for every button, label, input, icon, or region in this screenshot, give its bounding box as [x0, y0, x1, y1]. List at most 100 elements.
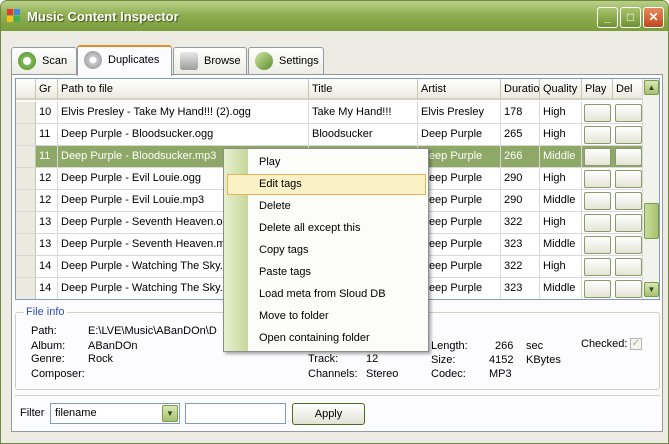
cell-quality[interactable]: High: [540, 168, 582, 189]
row-selector[interactable]: [16, 102, 36, 123]
checked-checkbox[interactable]: ✓: [630, 338, 642, 350]
cell-gr[interactable]: 13: [36, 212, 58, 233]
col-duration[interactable]: Duratio: [501, 79, 540, 100]
menu-item-delete-all-except-this[interactable]: Delete all except this: [227, 218, 426, 239]
menu-item-play[interactable]: Play: [227, 152, 426, 173]
cell-duration[interactable]: 290: [501, 168, 540, 189]
play-button[interactable]: [584, 104, 611, 122]
scroll-up-icon[interactable]: ▲: [644, 80, 659, 95]
minimize-button[interactable]: _: [597, 7, 618, 28]
cell-artist[interactable]: Elvis Presley: [418, 102, 501, 123]
filter-text-input[interactable]: [185, 403, 286, 424]
col-path[interactable]: Path to file: [58, 79, 309, 100]
delete-button[interactable]: [615, 280, 642, 298]
play-button[interactable]: [584, 126, 611, 144]
menu-item-open-containing-folder[interactable]: Open containing folder: [227, 328, 426, 349]
filter-field-select[interactable]: filename ▼: [50, 403, 180, 424]
cell-artist[interactable]: Deep Purple: [418, 146, 501, 167]
row-selector[interactable]: [16, 168, 36, 189]
delete-button[interactable]: [615, 236, 642, 254]
cell-duration[interactable]: 322: [501, 256, 540, 277]
cell-artist[interactable]: Deep Purple: [418, 212, 501, 233]
cell-duration[interactable]: 265: [501, 124, 540, 145]
cell-gr[interactable]: 12: [36, 190, 58, 211]
row-selector[interactable]: [16, 212, 36, 233]
col-quality[interactable]: Quality: [540, 79, 582, 100]
cell-quality[interactable]: Middle: [540, 146, 582, 167]
cell-path[interactable]: Elvis Presley - Take My Hand!!! (2).ogg: [58, 102, 309, 123]
col-del[interactable]: Del: [613, 79, 644, 100]
row-selector[interactable]: [16, 278, 36, 299]
tab-settings[interactable]: Settings: [248, 47, 324, 75]
menu-item-delete[interactable]: Delete: [227, 196, 426, 217]
cell-title[interactable]: Bloodsucker: [309, 124, 418, 145]
row-selector[interactable]: [16, 146, 36, 167]
cell-artist[interactable]: Deep Purple: [418, 124, 501, 145]
row-selector[interactable]: [16, 256, 36, 277]
title-bar[interactable]: Music Content Inspector _ □ ✕: [1, 1, 668, 31]
row-selector[interactable]: [16, 124, 36, 145]
tab-scan[interactable]: Scan: [11, 47, 77, 75]
cell-quality[interactable]: High: [540, 212, 582, 233]
vertical-scrollbar[interactable]: ▲ ▼: [642, 79, 659, 299]
apply-button[interactable]: Apply: [292, 403, 365, 425]
play-button[interactable]: [584, 236, 611, 254]
delete-button[interactable]: [615, 104, 642, 122]
cell-artist[interactable]: Deep Purple: [418, 256, 501, 277]
menu-item-load-meta-from-sloud-db[interactable]: Load meta from Sloud DB: [227, 284, 426, 305]
play-button[interactable]: [584, 258, 611, 276]
cell-artist[interactable]: Deep Purple: [418, 278, 501, 299]
cell-artist[interactable]: Deep Purple: [418, 234, 501, 255]
menu-item-edit-tags[interactable]: Edit tags: [227, 174, 426, 195]
cell-duration[interactable]: 323: [501, 278, 540, 299]
row-selector[interactable]: [16, 234, 36, 255]
cell-gr[interactable]: 13: [36, 234, 58, 255]
cell-gr[interactable]: 14: [36, 256, 58, 277]
play-button[interactable]: [584, 192, 611, 210]
col-play[interactable]: Play: [582, 79, 613, 100]
cell-duration[interactable]: 323: [501, 234, 540, 255]
col-title[interactable]: Title: [309, 79, 418, 100]
play-button[interactable]: [584, 214, 611, 232]
cell-gr[interactable]: 14: [36, 278, 58, 299]
col-group[interactable]: Gr: [36, 79, 58, 100]
row-selector[interactable]: [16, 190, 36, 211]
cell-quality[interactable]: Middle: [540, 190, 582, 211]
tab-browse[interactable]: Browse: [173, 47, 247, 75]
cell-duration[interactable]: 266: [501, 146, 540, 167]
play-button[interactable]: [584, 280, 611, 298]
cell-quality[interactable]: High: [540, 102, 582, 123]
play-button[interactable]: [584, 148, 611, 166]
cell-quality[interactable]: Middle: [540, 278, 582, 299]
delete-button[interactable]: [615, 258, 642, 276]
close-button[interactable]: ✕: [643, 7, 664, 28]
table-row[interactable]: 11 Deep Purple - Bloodsucker.ogg Bloodsuck…: [16, 124, 644, 146]
table-row[interactable]: 10 Elvis Presley - Take My Hand!!! (2).og…: [16, 102, 644, 124]
cell-gr[interactable]: 11: [36, 146, 58, 167]
delete-button[interactable]: [615, 192, 642, 210]
play-button[interactable]: [584, 170, 611, 188]
cell-duration[interactable]: 178: [501, 102, 540, 123]
maximize-button[interactable]: □: [620, 7, 641, 28]
cell-gr[interactable]: 12: [36, 168, 58, 189]
menu-item-move-to-folder[interactable]: Move to folder: [227, 306, 426, 327]
cell-duration[interactable]: 290: [501, 190, 540, 211]
menu-item-paste-tags[interactable]: Paste tags: [227, 262, 426, 283]
scroll-down-icon[interactable]: ▼: [644, 282, 659, 297]
delete-button[interactable]: [615, 126, 642, 144]
cell-quality[interactable]: Middle: [540, 234, 582, 255]
cell-path[interactable]: Deep Purple - Bloodsucker.ogg: [58, 124, 309, 145]
tab-duplicates[interactable]: Duplicates: [77, 45, 172, 76]
col-artist[interactable]: Artist: [418, 79, 501, 100]
cell-artist[interactable]: Deep Purple: [418, 190, 501, 211]
cell-gr[interactable]: 11: [36, 124, 58, 145]
delete-button[interactable]: [615, 148, 642, 166]
cell-title[interactable]: Take My Hand!!!: [309, 102, 418, 123]
delete-button[interactable]: [615, 214, 642, 232]
cell-duration[interactable]: 322: [501, 212, 540, 233]
cell-artist[interactable]: Deep Purple: [418, 168, 501, 189]
delete-button[interactable]: [615, 170, 642, 188]
cell-quality[interactable]: High: [540, 124, 582, 145]
cell-quality[interactable]: High: [540, 256, 582, 277]
menu-item-copy-tags[interactable]: Copy tags: [227, 240, 426, 261]
